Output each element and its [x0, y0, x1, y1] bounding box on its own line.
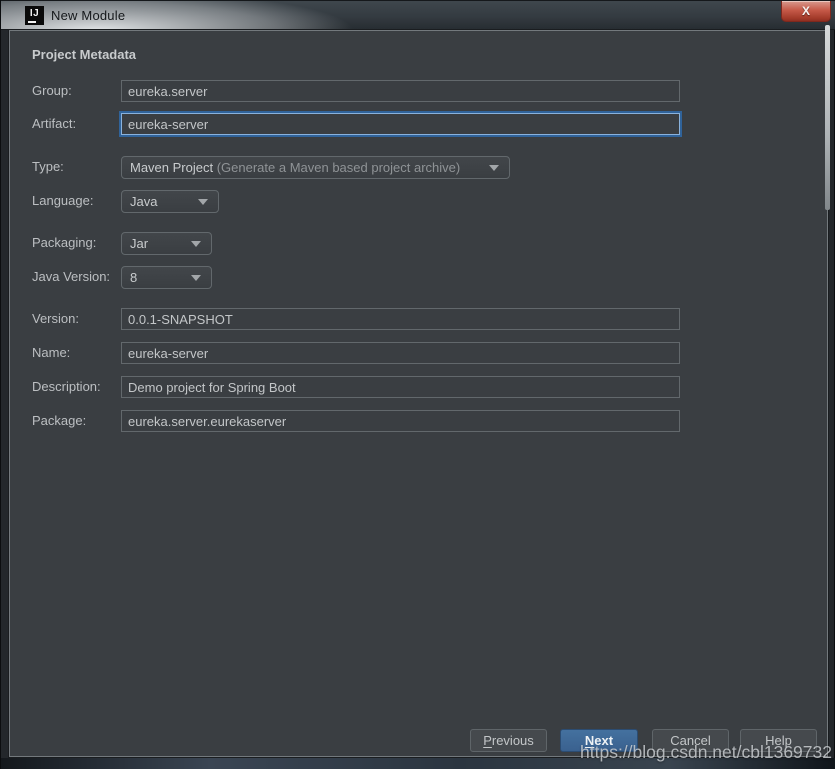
artifact-input[interactable] [121, 113, 680, 135]
form-row-packaging: Packaging: Jar [10, 232, 827, 255]
type-select-hint: (Generate a Maven based project archive) [213, 160, 460, 175]
help-button[interactable]: Help [740, 729, 817, 752]
previous-button-mnemonic: P [483, 733, 492, 748]
section-title: Project Metadata [32, 47, 136, 62]
form-row-name: Name: [10, 342, 827, 365]
description-input[interactable] [121, 376, 680, 398]
packaging-select-value: Jar [130, 236, 148, 251]
form-row-type: Type: Maven Project (Generate a Maven ba… [10, 156, 827, 179]
new-module-dialog: IJ New Module X Project Metadata Group: … [0, 0, 835, 769]
form-row-java-version: Java Version: 8 [10, 266, 827, 289]
form-row-description: Description: [10, 376, 827, 399]
chevron-down-icon [198, 199, 208, 205]
java-version-label: Java Version: [32, 266, 110, 288]
form-row-language: Language: Java [10, 190, 827, 213]
package-label: Package: [32, 410, 86, 432]
next-button-mnemonic: N [585, 733, 594, 748]
form-row-version: Version: [10, 308, 827, 331]
chevron-down-icon [489, 165, 499, 171]
name-input[interactable] [121, 342, 680, 364]
form-row-group: Group: [10, 80, 827, 103]
java-version-select-value: 8 [130, 270, 137, 285]
packaging-select[interactable]: Jar [121, 232, 212, 255]
previous-button-label: revious [492, 733, 534, 748]
vertical-scrollbar-thumb[interactable] [825, 25, 830, 210]
language-select[interactable]: Java [121, 190, 219, 213]
title-bar[interactable]: IJ New Module X [1, 0, 835, 30]
version-input[interactable] [121, 308, 680, 330]
window-bottom-frame [1, 758, 835, 769]
language-label: Language: [32, 190, 93, 212]
type-label: Type: [32, 156, 64, 178]
type-select-value: Maven Project [130, 160, 213, 175]
package-input[interactable] [121, 410, 680, 432]
group-label: Group: [32, 80, 72, 102]
name-label: Name: [32, 342, 70, 364]
language-select-value: Java [130, 194, 157, 209]
next-button[interactable]: Next [560, 729, 638, 752]
description-label: Description: [32, 376, 101, 398]
artifact-label: Artifact: [32, 113, 76, 135]
form-row-artifact: Artifact: [10, 113, 827, 136]
chevron-down-icon [191, 275, 201, 281]
chevron-down-icon [191, 241, 201, 247]
java-version-select[interactable]: 8 [121, 266, 212, 289]
type-select[interactable]: Maven Project (Generate a Maven based pr… [121, 156, 510, 179]
window-title: New Module [51, 8, 125, 23]
dialog-content: Project Metadata Group: Artifact: Type: … [9, 30, 828, 757]
form-row-package: Package: [10, 410, 827, 433]
version-label: Version: [32, 308, 79, 330]
packaging-label: Packaging: [32, 232, 96, 254]
next-button-label: ext [594, 733, 613, 748]
close-button[interactable]: X [781, 1, 831, 22]
previous-button[interactable]: Previous [470, 729, 547, 752]
intellij-logo-icon: IJ [25, 6, 44, 25]
cancel-button[interactable]: Cancel [652, 729, 729, 752]
group-input[interactable] [121, 80, 680, 102]
